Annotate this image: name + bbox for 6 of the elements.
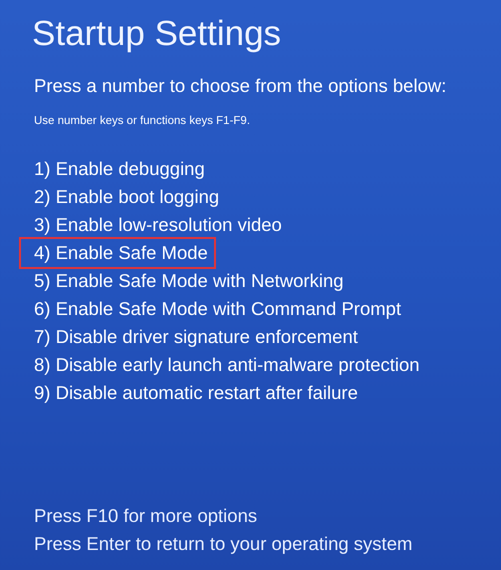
startup-option[interactable]: 4) Enable Safe Mode bbox=[19, 237, 216, 269]
instruction-text: Press a number to choose from the options below: bbox=[34, 74, 448, 98]
footer-text: Press F10 for more options bbox=[34, 504, 258, 528]
screen-title: Startup Settings bbox=[32, 13, 282, 55]
footer-text: Press Enter to return to your operating system bbox=[34, 532, 414, 556]
hint-text: Use number keys or functions keys F1-F9. bbox=[34, 114, 252, 129]
